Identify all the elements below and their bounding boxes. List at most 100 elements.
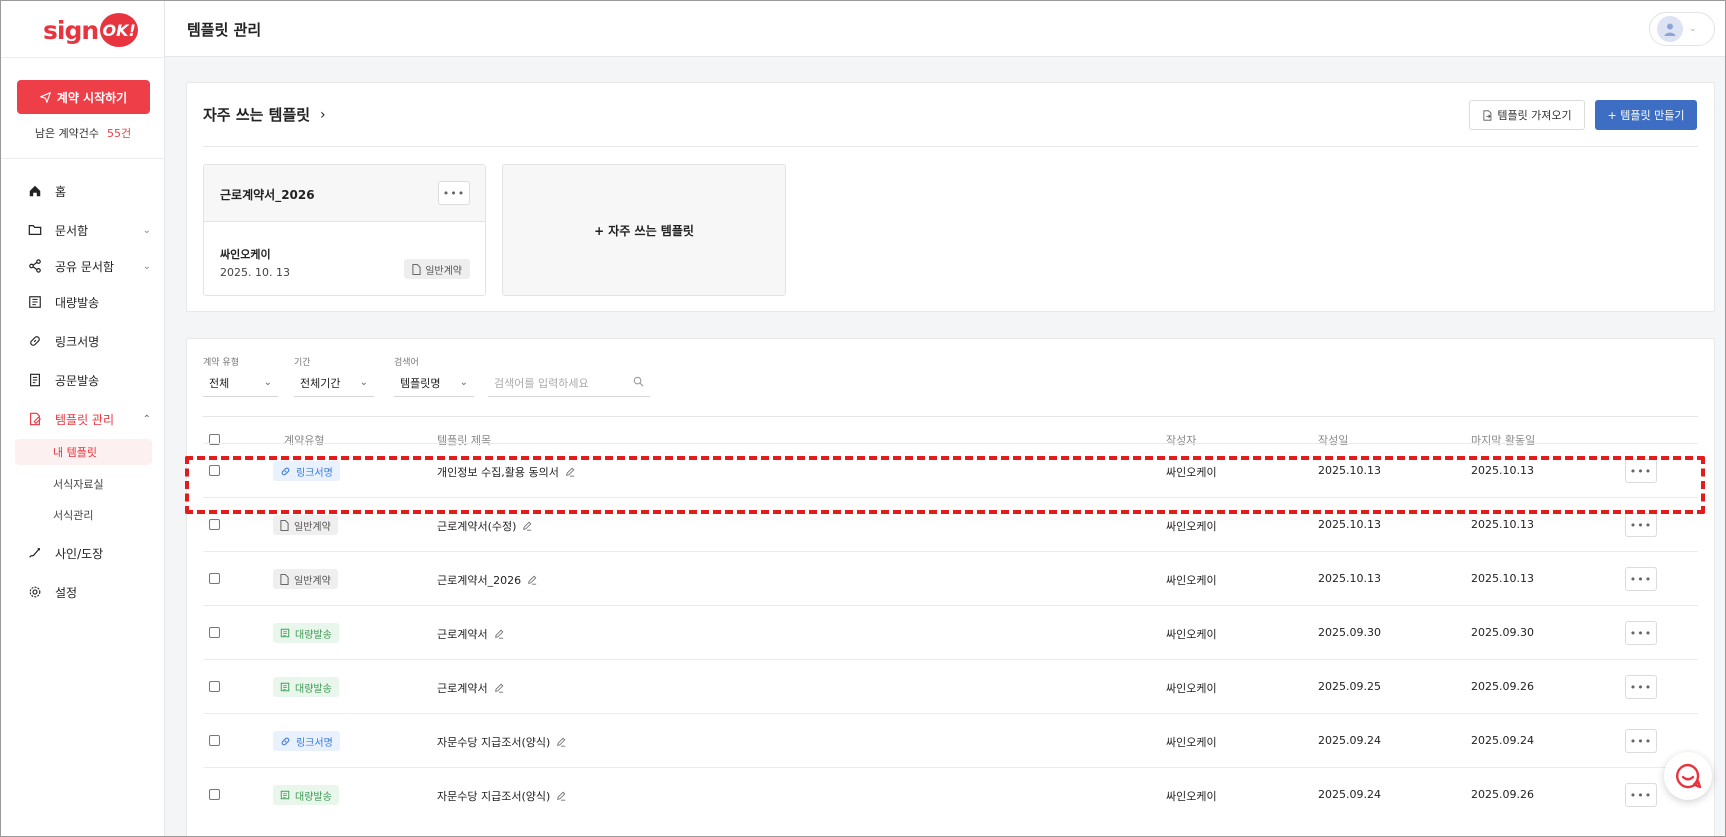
row-checkbox[interactable] <box>209 465 220 476</box>
remaining-label: 남은 계약건수 <box>34 127 100 140</box>
add-favorite-template-button[interactable]: + 자주 쓰는 템플릿 <box>502 164 786 296</box>
sidebar-subitem-form-library[interactable]: 서식자료실 <box>15 471 152 497</box>
more-options-button[interactable]: ••• <box>1625 459 1657 483</box>
sidebar-item-label: 공유 문서함 <box>55 259 115 274</box>
created-date-cell: 2025.10.13 <box>1318 518 1381 531</box>
sidebar-item-label: 사인/도장 <box>55 546 104 561</box>
edit-pencil-icon[interactable] <box>522 521 532 531</box>
contract-type-badge: 대량발송 <box>273 785 339 805</box>
edit-pencil-icon[interactable] <box>565 467 575 477</box>
chevron-down-icon: ⌄ <box>1689 24 1697 34</box>
sidebar-item-documents[interactable]: 문서함 ⌄ <box>27 219 151 241</box>
template-title-cell[interactable]: 개인정보 수집,활용 동의서 <box>437 464 575 480</box>
created-date-cell: 2025.10.13 <box>1318 572 1381 585</box>
column-header-last-active[interactable]: 마지막 활동일 <box>1471 432 1535 448</box>
column-header-created[interactable]: 작성일 <box>1318 432 1348 448</box>
column-header-title[interactable]: 템플릿 제목 <box>437 432 491 448</box>
more-options-button[interactable]: ••• <box>1625 621 1657 645</box>
search-label: 검색어 <box>394 358 419 368</box>
row-checkbox[interactable] <box>209 627 220 638</box>
template-title-cell[interactable]: 근로계약서_2026 <box>437 572 537 588</box>
author-cell: 싸인오케이 <box>1166 682 1217 695</box>
template-title-cell[interactable]: 근로계약서(수정) <box>437 518 532 534</box>
template-title: 근로계약서(수정) <box>437 520 517 533</box>
row-checkbox[interactable] <box>209 573 220 584</box>
edit-pencil-icon[interactable] <box>494 629 504 639</box>
period-filter[interactable]: 전체기간 ⌄ <box>294 369 374 397</box>
bulk-send-icon <box>27 294 43 310</box>
more-options-button[interactable]: ••• <box>1625 783 1657 807</box>
sidebar-item-signature[interactable]: 사인/도장 <box>27 542 151 564</box>
sidebar-item-official-doc[interactable]: 공문발송 <box>27 369 151 391</box>
chevron-down-icon: ⌄ <box>263 377 272 388</box>
contract-type-badge: 링크서명 <box>273 461 340 481</box>
divider <box>203 416 1698 417</box>
more-options-button[interactable]: ••• <box>438 181 470 205</box>
template-title-cell[interactable]: 근로계약서 <box>437 680 504 696</box>
row-checkbox[interactable] <box>209 681 220 692</box>
sidebar-item-bulk-send[interactable]: 대량발송 <box>27 291 151 313</box>
contract-type-badge: 대량발송 <box>273 623 339 643</box>
column-header-type[interactable]: 계약유형 <box>284 432 324 448</box>
sidebar-item-template-management[interactable]: 템플릿 관리 ⌃ <box>27 408 151 430</box>
period-filter-value: 전체기간 <box>300 376 341 390</box>
sidebar-item-label: 설정 <box>55 585 78 600</box>
author-cell: 싸인오케이 <box>1166 520 1217 533</box>
sidebar-subitem-my-templates[interactable]: 내 템플릿 <box>15 439 152 465</box>
created-date-cell: 2025.10.13 <box>1318 464 1381 477</box>
edit-pencil-icon[interactable] <box>527 575 537 585</box>
template-icon <box>27 411 43 427</box>
template-title: 근로계약서 <box>437 628 488 641</box>
author-cell: 싸인오케이 <box>1166 790 1217 803</box>
contract-type-filter[interactable]: 전체 ⌄ <box>203 369 278 397</box>
author-cell: 싸인오케이 <box>1166 628 1217 641</box>
start-contract-button[interactable]: 계약 시작하기 <box>17 80 150 114</box>
favorite-templates-title[interactable]: 자주 쓰는 템플릿 › <box>203 104 326 125</box>
contract-type-label: 일반계약 <box>294 575 331 587</box>
last-active-date-cell: 2025.09.26 <box>1471 788 1534 801</box>
template-title-cell[interactable]: 자문수당 지급조서(양식) <box>437 788 566 804</box>
favorite-template-card[interactable]: 근로계약서_2026 ••• 싸인오케이 2025. 10. 13 일반계약 <box>203 164 486 296</box>
import-icon <box>1483 109 1492 121</box>
chat-support-button[interactable] <box>1664 752 1712 800</box>
signok-logo[interactable]: sign OK! <box>43 13 139 47</box>
contract-type-label: 대량발송 <box>295 791 332 803</box>
remaining-count: 55건 <box>107 127 132 140</box>
search-input[interactable]: 검색어를 입력하세요 <box>488 369 650 397</box>
import-template-button[interactable]: 템플릿 가져오기 <box>1469 100 1585 130</box>
more-options-button[interactable]: ••• <box>1625 675 1657 699</box>
row-checkbox[interactable] <box>209 735 220 746</box>
edit-pencil-icon[interactable] <box>556 737 566 747</box>
row-divider <box>203 605 1698 606</box>
remaining-contracts: 남은 계약건수 55건 <box>1 125 165 141</box>
sidebar-item-shared-documents[interactable]: 공유 문서함 ⌄ <box>27 255 151 277</box>
edit-pencil-icon[interactable] <box>494 683 504 693</box>
sidebar-item-settings[interactable]: 설정 <box>27 581 151 603</box>
sidebar-item-home[interactable]: 홈 <box>27 180 151 202</box>
chat-icon <box>1676 763 1702 789</box>
search-icon[interactable] <box>633 376 644 390</box>
create-template-button[interactable]: + 템플릿 만들기 <box>1595 100 1697 130</box>
more-options-button[interactable]: ••• <box>1625 513 1657 537</box>
profile-menu-button[interactable]: ⌄ <box>1649 12 1715 46</box>
more-options-button[interactable]: ••• <box>1625 567 1657 591</box>
more-options-button[interactable]: ••• <box>1625 729 1657 753</box>
row-divider <box>203 767 1698 768</box>
contract-type-label: 링크서명 <box>296 467 333 479</box>
sidebar-item-link-sign[interactable]: 링크서명 <box>27 330 151 352</box>
sidebar-subitem-form-management[interactable]: 서식관리 <box>15 502 152 528</box>
row-divider <box>203 497 1698 498</box>
link-icon <box>280 466 291 477</box>
template-title-cell[interactable]: 자문수당 지급조서(양식) <box>437 734 566 750</box>
contract-type-badge: 일반계약 <box>404 259 470 279</box>
row-checkbox[interactable] <box>209 519 220 530</box>
contract-type-badge: 일반계약 <box>273 515 338 535</box>
contract-type-label: 링크서명 <box>296 737 333 749</box>
folder-icon <box>27 222 43 238</box>
template-title-cell[interactable]: 근로계약서 <box>437 626 504 642</box>
last-active-date-cell: 2025.09.30 <box>1471 626 1534 639</box>
column-header-author[interactable]: 작성자 <box>1166 432 1196 448</box>
search-field-select[interactable]: 템플릿명 ⌄ <box>394 369 474 397</box>
row-checkbox[interactable] <box>209 789 220 800</box>
edit-pencil-icon[interactable] <box>556 791 566 801</box>
